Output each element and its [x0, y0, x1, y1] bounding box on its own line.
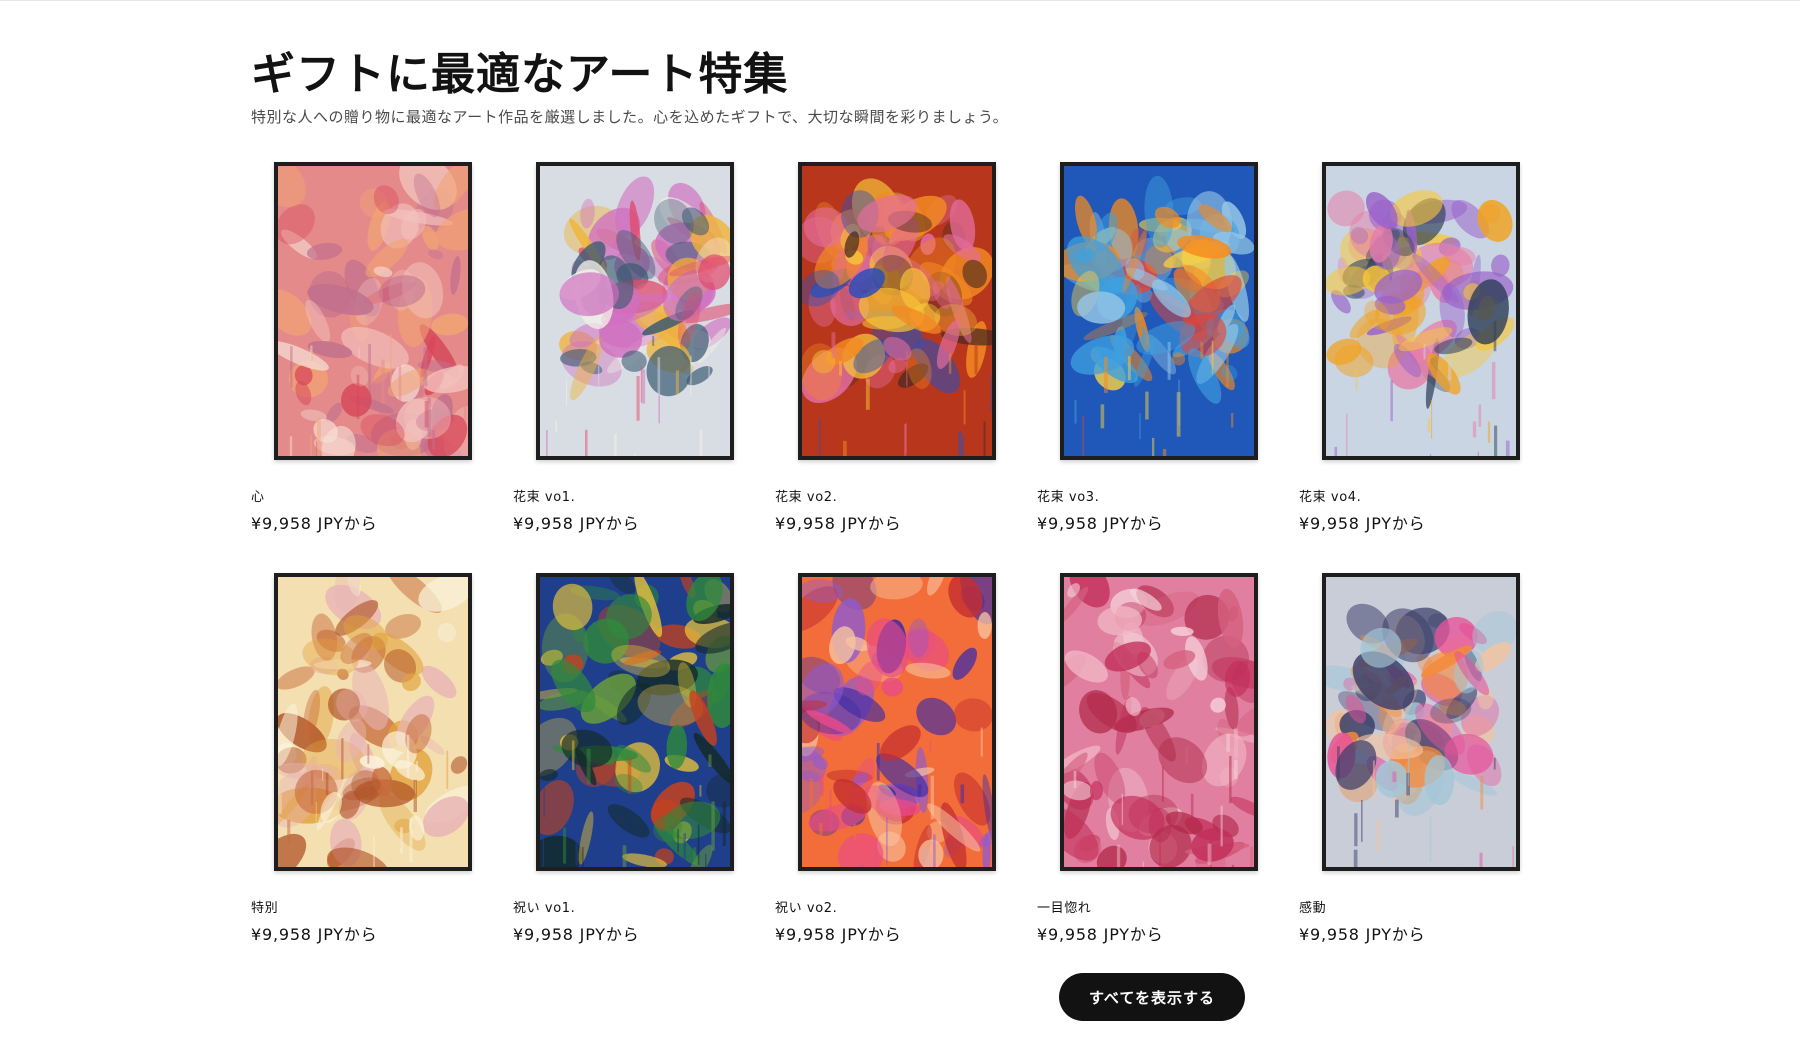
- product-title[interactable]: 花束 vo1.: [513, 486, 575, 505]
- product-title[interactable]: 祝い vo1.: [513, 897, 575, 916]
- abstract-bouquet-artwork[interactable]: [1326, 577, 1516, 867]
- product-image-frame[interactable]: [536, 573, 734, 871]
- product-card[interactable]: 花束 vo2. ¥9,958 JPYから: [775, 162, 1037, 542]
- product-card[interactable]: 祝い vo2. ¥9,958 JPYから: [775, 573, 1037, 953]
- product-price: ¥9,958 JPYから: [513, 925, 640, 944]
- abstract-warm-artwork[interactable]: [278, 577, 468, 867]
- abstract-vivid-artwork[interactable]: [802, 577, 992, 867]
- product-price: ¥9,958 JPYから: [251, 925, 378, 944]
- product-price: ¥9,958 JPYから: [1037, 514, 1164, 533]
- product-image-frame[interactable]: [798, 573, 996, 871]
- product-price: ¥9,958 JPYから: [775, 925, 902, 944]
- flower-bouquet-artwork[interactable]: [802, 166, 992, 456]
- product-price: ¥9,958 JPYから: [1037, 925, 1164, 944]
- abstract-pink-texture-artwork[interactable]: [1064, 577, 1254, 867]
- product-card[interactable]: 花束 vo4. ¥9,958 JPYから: [1299, 162, 1561, 542]
- product-image-frame[interactable]: [1060, 573, 1258, 871]
- product-price: ¥9,958 JPYから: [1299, 514, 1426, 533]
- product-card[interactable]: 感動 ¥9,958 JPYから: [1299, 573, 1561, 953]
- product-price: ¥9,958 JPYから: [513, 514, 640, 533]
- product-title[interactable]: 花束 vo4.: [1299, 486, 1361, 505]
- product-card[interactable]: 特別 ¥9,958 JPYから: [251, 573, 513, 953]
- flower-bouquet-artwork[interactable]: [1064, 166, 1254, 456]
- product-image-frame[interactable]: [1322, 162, 1520, 460]
- product-title[interactable]: 特別: [251, 897, 278, 916]
- product-title[interactable]: 感動: [1299, 897, 1326, 916]
- view-all-button[interactable]: すべてを表示する: [1059, 973, 1245, 1021]
- product-image-frame[interactable]: [798, 162, 996, 460]
- flower-bouquet-artwork[interactable]: [540, 166, 730, 456]
- abstract-green-blue-artwork[interactable]: [540, 577, 730, 867]
- product-image-frame[interactable]: [1060, 162, 1258, 460]
- top-divider: [0, 0, 1800, 1]
- product-price: ¥9,958 JPYから: [775, 514, 902, 533]
- product-card[interactable]: 心 ¥9,958 JPYから: [251, 162, 513, 542]
- section-title: ギフトに最適なアート特集: [251, 49, 789, 100]
- product-card[interactable]: 花束 vo3. ¥9,958 JPYから: [1037, 162, 1299, 542]
- product-card[interactable]: 一目惚れ ¥9,958 JPYから: [1037, 573, 1299, 953]
- product-price: ¥9,958 JPYから: [251, 514, 378, 533]
- product-image-frame[interactable]: [274, 573, 472, 871]
- product-card[interactable]: 祝い vo1. ¥9,958 JPYから: [513, 573, 775, 953]
- product-title[interactable]: 花束 vo3.: [1037, 486, 1099, 505]
- section-description: 特別な人への贈り物に最適なアート作品を厳選しました。心を込めたギフトで、大切な瞬…: [251, 108, 1009, 126]
- product-card[interactable]: 花束 vo1. ¥9,958 JPYから: [513, 162, 775, 542]
- product-image-frame[interactable]: [536, 162, 734, 460]
- product-title[interactable]: 祝い vo2.: [775, 897, 837, 916]
- product-image-frame[interactable]: [274, 162, 472, 460]
- abstract-pink-artwork[interactable]: [278, 166, 468, 456]
- product-title[interactable]: 花束 vo2.: [775, 486, 837, 505]
- product-title[interactable]: 心: [251, 486, 265, 505]
- product-title[interactable]: 一目惚れ: [1037, 897, 1091, 916]
- product-price: ¥9,958 JPYから: [1299, 925, 1426, 944]
- flower-bouquet-artwork[interactable]: [1326, 166, 1516, 456]
- product-image-frame[interactable]: [1322, 573, 1520, 871]
